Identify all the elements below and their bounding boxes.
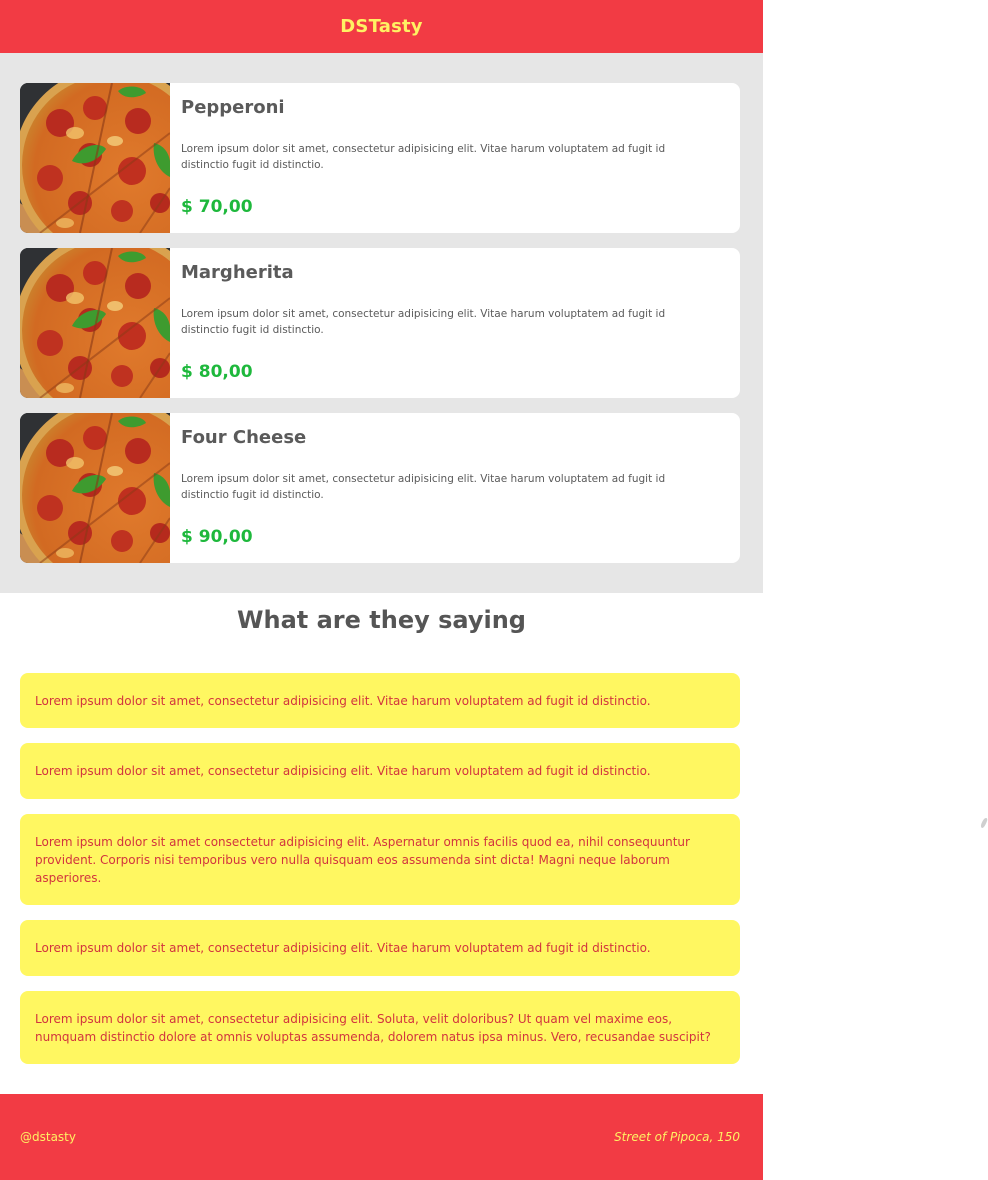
pizza-image (20, 248, 170, 398)
product-card[interactable]: Margherita Lorem ipsum dolor sit amet, c… (20, 248, 740, 398)
product-info: Four Cheese Lorem ipsum dolor sit amet, … (170, 413, 740, 563)
site-header: DSTasty (0, 0, 763, 53)
menu-section: Pepperoni Lorem ipsum dolor sit amet, co… (0, 53, 763, 593)
brand-logo[interactable]: DSTasty (340, 16, 422, 37)
product-card[interactable]: Four Cheese Lorem ipsum dolor sit amet, … (20, 413, 740, 563)
testimonial-text: Lorem ipsum dolor sit amet, consectetur … (35, 693, 651, 708)
cursor-mark-icon (980, 817, 988, 828)
product-price: $ 80,00 (181, 362, 253, 382)
product-info: Margherita Lorem ipsum dolor sit amet, c… (170, 248, 740, 398)
testimonial-card: Lorem ipsum dolor sit amet, consectetur … (20, 673, 740, 728)
testimonial-card: Lorem ipsum dolor sit amet, consectetur … (20, 743, 740, 799)
product-description: Lorem ipsum dolor sit amet, consectetur … (181, 308, 666, 336)
testimonial-card: Lorem ipsum dolor sit amet consectetur a… (20, 814, 740, 905)
testimonial-card: Lorem ipsum dolor sit amet, consectetur … (20, 991, 740, 1064)
testimonial-card: Lorem ipsum dolor sit amet, consectetur … (20, 920, 740, 976)
product-description: Lorem ipsum dolor sit amet, consectetur … (181, 143, 666, 171)
site-footer: @dstasty Street of Pipoca, 150 (0, 1094, 763, 1180)
product-description: Lorem ipsum dolor sit amet, consectetur … (181, 473, 666, 501)
testimonial-text: Lorem ipsum dolor sit amet, consectetur … (35, 941, 651, 955)
product-price: $ 70,00 (181, 197, 253, 217)
testimonial-text: Lorem ipsum dolor sit amet consectetur a… (35, 834, 690, 885)
product-name: Pepperoni (181, 97, 285, 118)
product-name: Margherita (181, 262, 294, 283)
page: DSTasty Pepperoni Lorem ipsum dolor sit … (0, 0, 763, 1180)
testimonial-text: Lorem ipsum dolor sit amet, consectetur … (35, 1011, 711, 1044)
product-name: Four Cheese (181, 427, 307, 448)
pizza-image (20, 83, 170, 233)
testimonial-text: Lorem ipsum dolor sit amet, consectetur … (35, 764, 651, 778)
social-handle[interactable]: @dstasty (20, 1130, 76, 1144)
product-card[interactable]: Pepperoni Lorem ipsum dolor sit amet, co… (20, 83, 740, 233)
pizza-image (20, 413, 170, 563)
store-address: Street of Pipoca, 150 (614, 1130, 740, 1144)
product-price: $ 90,00 (181, 527, 253, 547)
product-info: Pepperoni Lorem ipsum dolor sit amet, co… (170, 83, 740, 233)
testimonials-title: What are they saying (237, 606, 526, 634)
